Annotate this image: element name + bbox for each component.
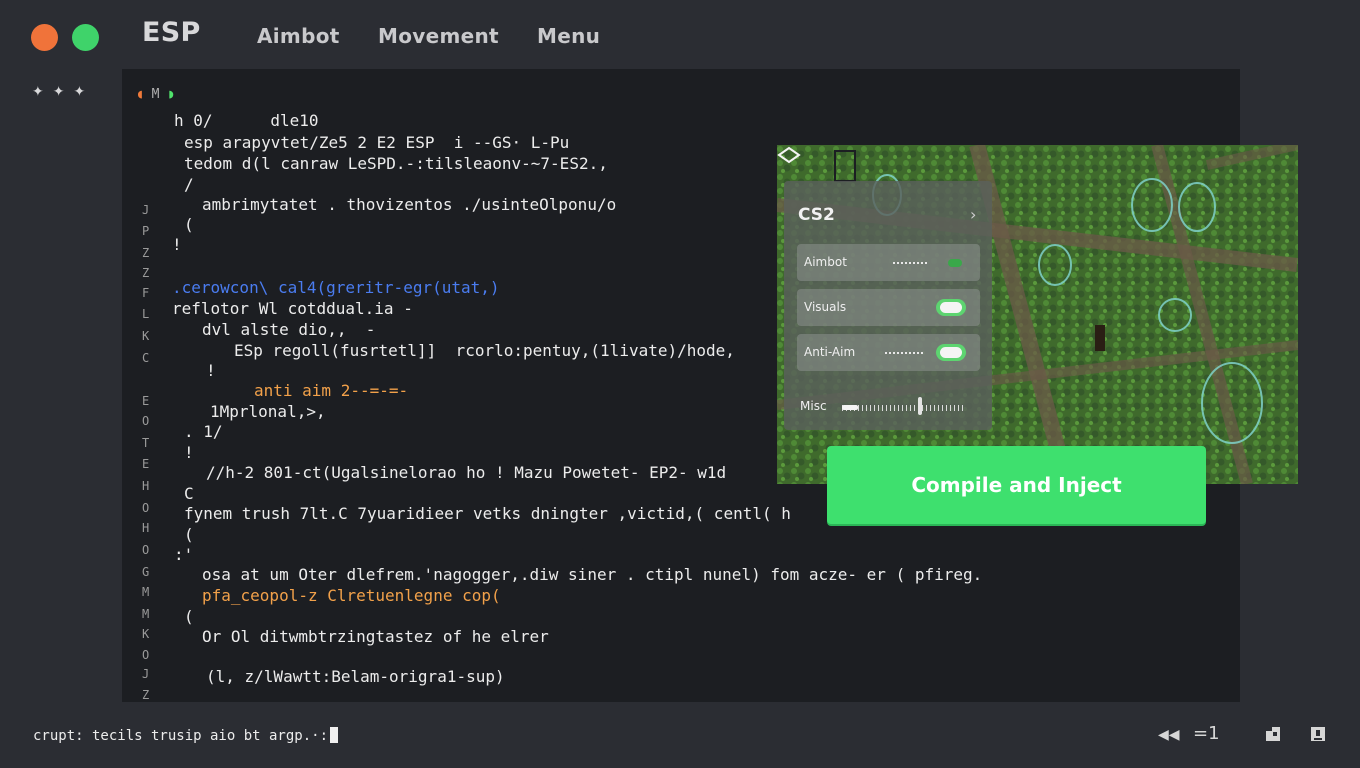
code-line[interactable]: . 1/ <box>184 422 223 441</box>
nav-menu[interactable]: Menu <box>537 24 600 48</box>
nav-movement[interactable]: Movement <box>378 24 499 48</box>
line-number: L <box>142 307 150 321</box>
code-line[interactable]: C <box>184 484 194 503</box>
code-line[interactable]: / <box>184 175 194 194</box>
page-count: =1 <box>1193 723 1220 744</box>
code-line[interactable]: ! <box>172 235 182 254</box>
line-number: P <box>142 224 150 238</box>
code-line[interactable]: (l, z/lWawtt:Belam-origra1-sup) <box>206 667 505 686</box>
line-number: G <box>142 565 150 579</box>
code-line[interactable]: h 0/ dle10 <box>174 111 319 130</box>
app-window: ESP Aimbot Movement Menu ✦✦✦ ◖ M ◗ JPZZF… <box>0 0 1360 768</box>
code-line[interactable]: tedom d(l canraw LeSPD.-:tilsleaonv-~7-E… <box>184 154 608 173</box>
prompt-text: crupt: tecils trusip aio bt argp.·: <box>33 728 329 744</box>
code-line[interactable]: anti aim 2--=-=- <box>254 381 408 400</box>
code-line[interactable]: ambrimytatet . thovizentos ./usinteOlpon… <box>202 195 616 214</box>
rewind-icon[interactable]: ◀◀ <box>1158 727 1180 743</box>
editor-tab-label: M <box>151 87 160 102</box>
anti-aim-toggle[interactable] <box>936 344 966 361</box>
option-aimbot[interactable]: Aimbot <box>797 244 980 281</box>
code-line[interactable]: reflotor Wl cotddual.ia - <box>172 299 413 318</box>
chevron-right-icon[interactable]: › <box>970 205 976 224</box>
code-line[interactable]: ! <box>184 443 194 462</box>
misc-slider-fill <box>842 405 858 410</box>
line-number: Z <box>142 266 150 280</box>
misc-label: Misc <box>800 399 827 413</box>
option-aimbot-label: Aimbot <box>804 255 847 269</box>
eye-icon[interactable] <box>777 145 801 165</box>
line-number: M <box>142 607 150 621</box>
line-number: K <box>142 329 150 343</box>
line-number: O <box>142 543 150 557</box>
compile-inject-button[interactable]: Compile and Inject <box>827 446 1206 524</box>
line-number: E <box>142 394 150 408</box>
minimize-dot[interactable] <box>72 24 99 51</box>
line-number: C <box>142 351 150 365</box>
option-visuals-label: Visuals <box>804 300 847 314</box>
text-cursor <box>330 727 339 743</box>
code-line[interactable]: osa at um Oter dlefrem.'nagogger,.diw si… <box>202 565 982 584</box>
code-line[interactable]: ( <box>184 607 194 626</box>
puzzle-icon[interactable] <box>1264 725 1282 743</box>
option-visuals[interactable]: Visuals <box>797 289 980 326</box>
misc-slider[interactable] <box>842 405 964 411</box>
line-number: E <box>142 457 150 471</box>
code-line[interactable]: //h-2 801-ct(Ugalsinelorao ho ! Mazu Pow… <box>206 463 726 482</box>
code-line[interactable]: dvl alste dio,, - <box>202 320 375 339</box>
line-number: J <box>142 203 150 217</box>
editor-tab[interactable]: ◖ M ◗ <box>136 87 175 102</box>
option-anti-aim-label: Anti-Aim <box>804 345 856 359</box>
close-dot[interactable] <box>31 24 58 51</box>
code-line[interactable]: .cerowcon\ cal4(greritr-egr(utat,) <box>172 278 500 297</box>
terminal-prompt[interactable]: crupt: tecils trusip aio bt argp.·: <box>33 727 339 744</box>
top-bar: ESP Aimbot Movement Menu <box>0 0 1360 70</box>
line-number: F <box>142 286 150 300</box>
aimbot-toggle[interactable] <box>948 259 962 267</box>
line-number: O <box>142 501 150 515</box>
nav-esp[interactable]: ESP <box>142 17 201 48</box>
line-number: K <box>142 627 150 641</box>
line-number: Z <box>142 246 150 260</box>
option-anti-aim[interactable]: Anti-Aim <box>797 334 980 371</box>
code-line[interactable]: ( <box>184 215 194 234</box>
settings-panel: CS2 › Aimbot Visuals Anti-Aim Misc <box>784 181 992 430</box>
line-number: Z <box>142 688 150 702</box>
line-number: H <box>142 479 150 493</box>
code-line[interactable]: ( <box>184 525 194 544</box>
code-line[interactable]: 1Mprlonal,>, <box>210 402 326 421</box>
code-line[interactable]: pfa_ceopol-z Clretuenlegne cop( <box>202 586 501 605</box>
code-line[interactable]: :' <box>174 545 193 564</box>
tab-left-icon: ◖ <box>136 87 144 102</box>
status-bar: crupt: tecils trusip aio bt argp.·: ◀◀ =… <box>0 705 1360 768</box>
misc-slider-thumb[interactable] <box>917 397 922 415</box>
aimbot-waveform <box>893 262 927 264</box>
line-number: O <box>142 648 150 662</box>
lock-icon[interactable] <box>1309 725 1327 743</box>
line-number: M <box>142 585 150 599</box>
sparkle-icon: ✦✦✦ <box>32 84 95 100</box>
code-line[interactable]: esp arapyvtet/Ze5 2 E2 ESP i --GS· L-Pu <box>184 133 569 152</box>
code-line[interactable]: Or Ol ditwmbtrzingtastez of he elrer <box>202 627 549 646</box>
tab-right-icon: ◗ <box>167 87 176 102</box>
visuals-toggle[interactable] <box>936 299 966 316</box>
nav-aimbot[interactable]: Aimbot <box>257 24 340 48</box>
code-line[interactable]: fynem trush 7lt.C 7yuaridieer vetks dnin… <box>184 504 791 523</box>
code-line[interactable]: ESp regoll(fusrtetl]] rcorlo:pentuy,(1li… <box>234 341 735 360</box>
line-number: O <box>142 414 150 428</box>
panel-title: CS2 <box>798 205 835 225</box>
line-number: H <box>142 521 150 535</box>
line-number: J <box>142 667 150 681</box>
code-line[interactable]: ! <box>206 361 216 380</box>
anti-aim-waveform <box>885 352 925 354</box>
line-number: T <box>142 436 150 450</box>
